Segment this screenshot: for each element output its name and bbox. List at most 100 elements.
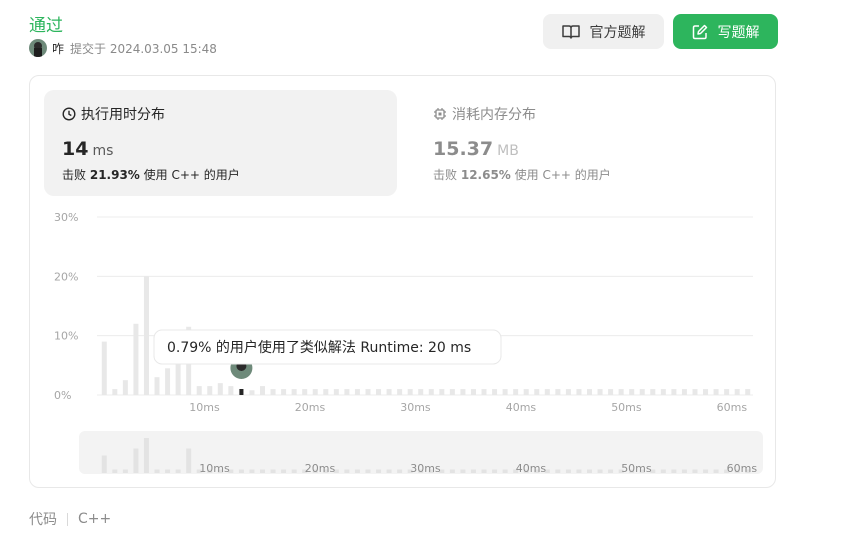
overview-bar: [492, 469, 498, 473]
chart-bar[interactable]: [260, 386, 265, 395]
chart-bar[interactable]: [397, 389, 403, 395]
code-language: C++: [78, 511, 112, 527]
chart-bar[interactable]: [544, 389, 550, 395]
chart-bar[interactable]: [608, 389, 614, 395]
official-solution-label: 官方题解: [589, 24, 646, 41]
chart-bar[interactable]: [460, 389, 466, 395]
chart-bar[interactable]: [386, 389, 392, 395]
x-tick-label: 60ms: [717, 401, 748, 414]
user-avatar[interactable]: [29, 39, 47, 57]
overview-bar: [397, 469, 403, 473]
runtime-distribution-chart[interactable]: 30% 20% 10% 0% 10ms 20ms 30ms 40ms 50ms 60ms 0.79%…: [30, 76, 775, 487]
x-tick-label: 30ms: [400, 401, 431, 414]
chart-bar[interactable]: [513, 389, 519, 395]
overview-bar: [470, 469, 476, 473]
overview-bar: [365, 469, 371, 473]
chart-bar[interactable]: [692, 389, 698, 395]
chart-bar[interactable]: [650, 389, 656, 395]
chart-bar[interactable]: [565, 389, 571, 395]
chart-bar[interactable]: [660, 389, 666, 395]
chart-bar[interactable]: [207, 386, 213, 395]
chart-bar[interactable]: [312, 389, 318, 395]
overview-bar: [481, 469, 487, 473]
chart-bar[interactable]: [587, 389, 592, 395]
overview-bar: [143, 438, 149, 473]
overview-bar: [502, 469, 508, 473]
y-tick-label: 10%: [54, 330, 78, 343]
overview-bar: [133, 448, 139, 473]
chart-bar[interactable]: [428, 389, 434, 395]
chart-bar[interactable]: [639, 389, 645, 395]
chart-bar[interactable]: [228, 386, 234, 395]
footer-divider: [67, 512, 68, 526]
chart-bar[interactable]: [418, 389, 424, 395]
chart-bar[interactable]: [713, 389, 719, 395]
overview-bar: [555, 469, 561, 473]
chart-bar[interactable]: [492, 389, 498, 395]
chart-bar[interactable]: [523, 389, 529, 395]
overview-bar: [101, 455, 107, 473]
chart-bar[interactable]: [122, 380, 128, 395]
tooltip-text: 0.79% 的用户使用了类似解法 Runtime: 20 ms: [167, 339, 471, 356]
chart-bar[interactable]: [217, 383, 223, 395]
chart-bar[interactable]: [133, 323, 139, 395]
overview-bar: [671, 469, 677, 473]
chart-bar[interactable]: [365, 389, 371, 395]
chart-bar[interactable]: [196, 386, 202, 395]
submission-status: 通过: [29, 16, 63, 36]
chart-bar[interactable]: [449, 389, 455, 395]
overview-tick-label: 50ms: [621, 462, 652, 475]
overview-bar: [460, 469, 466, 473]
chart-bar[interactable]: [154, 377, 160, 395]
overview-bar: [449, 469, 455, 473]
chart-bar[interactable]: [618, 389, 624, 395]
chart-bar[interactable]: [703, 389, 709, 395]
y-tick-label: 0%: [54, 389, 71, 402]
overview-bar: [703, 469, 709, 473]
overview-bar: [386, 469, 392, 473]
overview-bar: [154, 469, 160, 473]
chart-bar[interactable]: [745, 389, 751, 395]
chart-bar[interactable]: [291, 389, 297, 395]
chart-bar[interactable]: [555, 389, 561, 395]
chart-bar[interactable]: [112, 389, 118, 395]
chart-bar[interactable]: [439, 389, 445, 395]
chart-bar[interactable]: [681, 389, 687, 395]
chart-bar[interactable]: [143, 276, 149, 395]
chart-bar[interactable]: [101, 341, 107, 395]
overview-tick-label: 10ms: [199, 462, 230, 475]
user-runtime-marker: [239, 389, 244, 395]
chart-bar[interactable]: [407, 389, 413, 395]
chart-bar[interactable]: [724, 389, 730, 395]
overview-tick-label: 30ms: [410, 462, 441, 475]
chart-bar[interactable]: [734, 389, 740, 395]
write-solution-label: 写题解: [717, 24, 760, 41]
chart-bar[interactable]: [323, 389, 329, 395]
overview-bar: [354, 469, 360, 473]
overview-bar: [112, 469, 118, 473]
chart-bar[interactable]: [249, 390, 255, 395]
chart-bar[interactable]: [597, 389, 603, 395]
chart-bar[interactable]: [344, 389, 350, 395]
overview-bar: [260, 469, 265, 473]
chart-bar[interactable]: [576, 389, 582, 395]
chart-bar[interactable]: [481, 389, 487, 395]
x-tick-label: 10ms: [189, 401, 220, 414]
chart-bar[interactable]: [629, 389, 635, 395]
submission-meta: 咋 提交于 2024.03.05 15:48: [29, 39, 217, 57]
write-solution-button[interactable]: 写题解: [673, 14, 778, 49]
chart-bar[interactable]: [671, 389, 677, 395]
chart-bar[interactable]: [502, 389, 508, 395]
chart-bar[interactable]: [534, 389, 540, 395]
chart-bar[interactable]: [302, 389, 308, 395]
chart-bar[interactable]: [470, 389, 476, 395]
chart-bar[interactable]: [281, 389, 287, 395]
chart-bar[interactable]: [165, 368, 171, 395]
distribution-card: 执行用时分布 14 ms 击败 21.93% 使用 C++ 的用户 消耗内存分布 …: [29, 75, 776, 488]
official-solution-button[interactable]: 官方题解: [543, 14, 664, 49]
chart-bar[interactable]: [333, 389, 339, 395]
chart-bar[interactable]: [270, 389, 276, 395]
chart-bar[interactable]: [376, 389, 382, 395]
chart-bar[interactable]: [354, 389, 360, 395]
username[interactable]: 咋: [52, 40, 64, 57]
